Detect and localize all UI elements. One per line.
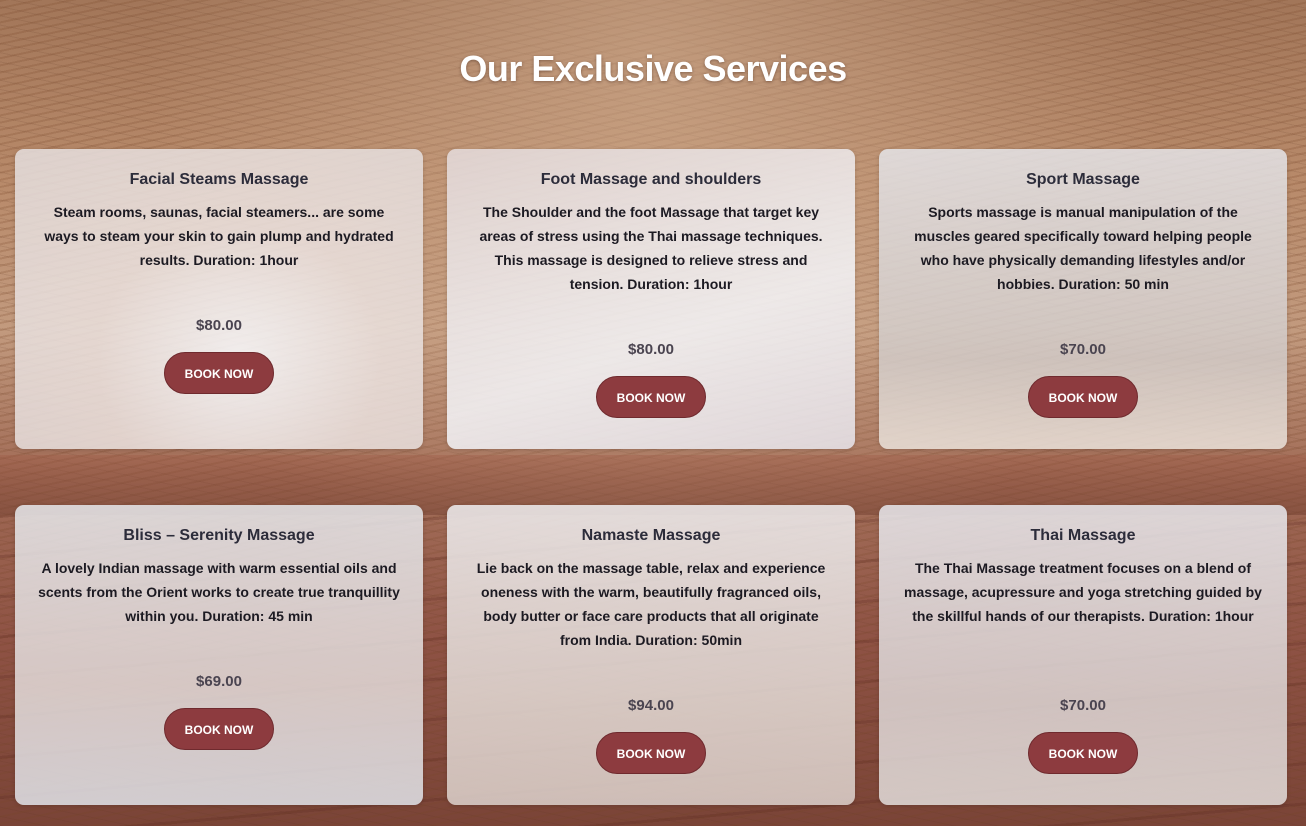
service-title: Bliss – Serenity Massage (123, 527, 315, 544)
service-card-namaste: Namaste Massage Lie back on the massage … (447, 505, 855, 805)
service-price: $70.00 (1060, 697, 1106, 714)
book-now-button[interactable]: BOOK NOW (1028, 732, 1138, 774)
service-price: $69.00 (196, 673, 242, 690)
page-title: Our Exclusive Services (459, 48, 847, 89)
service-description: A lovely Indian massage with warm essent… (38, 560, 400, 624)
book-now-button[interactable]: BOOK NOW (164, 352, 274, 394)
service-card-foot-massage: Foot Massage and shoulders The Shoulder … (447, 149, 855, 449)
book-now-button[interactable]: BOOK NOW (1028, 376, 1138, 418)
service-price: $94.00 (628, 697, 674, 714)
book-now-button[interactable]: BOOK NOW (596, 376, 706, 418)
book-now-button[interactable]: BOOK NOW (164, 708, 274, 750)
service-card-facial-steams: Facial Steams Massage Steam rooms, sauna… (15, 149, 423, 449)
service-title: Sport Massage (1026, 171, 1140, 188)
service-description: The Shoulder and the foot Massage that t… (479, 204, 823, 292)
service-price: $80.00 (628, 341, 674, 358)
service-card-bliss-serenity: Bliss – Serenity Massage A lovely Indian… (15, 505, 423, 805)
service-description: Steam rooms, saunas, facial steamers... … (44, 204, 394, 268)
service-card-sport-massage: Sport Massage Sports massage is manual m… (879, 149, 1287, 449)
service-description: Lie back on the massage table, relax and… (476, 560, 826, 648)
service-description: Sports massage is manual manipulation of… (914, 204, 1252, 292)
service-description: The Thai Massage treatment focuses on a … (904, 560, 1262, 624)
service-price: $80.00 (196, 317, 242, 334)
service-title: Thai Massage (1030, 527, 1136, 544)
service-title: Namaste Massage (581, 527, 721, 544)
service-title: Facial Steams Massage (129, 171, 309, 188)
book-now-button[interactable]: BOOK NOW (596, 732, 706, 774)
service-price: $70.00 (1060, 341, 1106, 358)
service-title: Foot Massage and shoulders (540, 171, 762, 188)
service-card-thai: Thai Massage The Thai Massage treatment … (879, 505, 1287, 805)
